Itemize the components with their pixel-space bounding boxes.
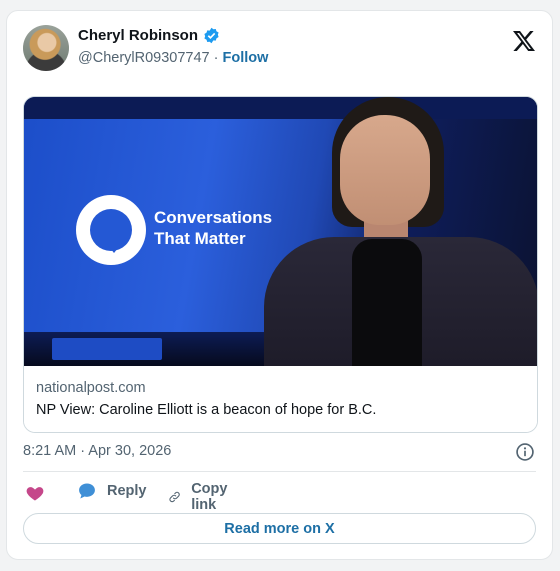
tweet-header: Cheryl Robinson @CherylR09307747 · Follo… (23, 23, 536, 73)
link-title: NP View: Caroline Elliott is a beacon of… (36, 402, 377, 418)
link-domain: nationalpost.com (36, 380, 146, 396)
backdrop-logo-line1: Conversations (154, 208, 273, 227)
reply-label: Reply (107, 483, 147, 499)
heart-icon[interactable] (25, 483, 45, 503)
handle-separator: · (213, 50, 219, 66)
author-name[interactable]: Cheryl Robinson (78, 27, 198, 44)
follow-button[interactable]: Follow (223, 50, 269, 66)
author-handle-line: @CherylR09307747 · Follow (78, 50, 268, 66)
speaker-portrait (264, 97, 537, 366)
tweet-card: Cheryl Robinson @CherylR09307747 · Follo… (6, 10, 553, 560)
link-icon (169, 491, 180, 503)
backdrop-logo-line2: That Matter (154, 229, 246, 248)
tweet-timestamp[interactable]: 8:21 AM · Apr 30, 2026 (23, 443, 171, 459)
verified-badge-icon (204, 27, 219, 44)
copy-link-label: Copy link (191, 481, 228, 513)
author-name-line: Cheryl Robinson (78, 27, 220, 44)
backdrop-logo-text: Conversations That Matter (154, 207, 272, 249)
divider (23, 471, 536, 472)
link-preview-image: Conversations That Matter (24, 97, 537, 366)
conversations-logo-icon (76, 195, 146, 265)
link-preview-info: nationalpost.com NP View: Caroline Ellio… (24, 366, 537, 432)
reply-button[interactable]: Reply (77, 481, 147, 501)
reply-bubble-icon (79, 483, 95, 499)
author-handle[interactable]: @CherylR09307747 (78, 50, 210, 66)
avatar[interactable] (23, 25, 69, 71)
link-preview-card[interactable]: Conversations That Matter nationalpost.c… (23, 96, 538, 433)
copy-link-button[interactable]: Copy link (168, 481, 234, 513)
info-icon[interactable] (515, 442, 535, 462)
x-logo-icon[interactable] (512, 29, 536, 53)
read-more-button[interactable]: Read more on X (23, 513, 536, 544)
